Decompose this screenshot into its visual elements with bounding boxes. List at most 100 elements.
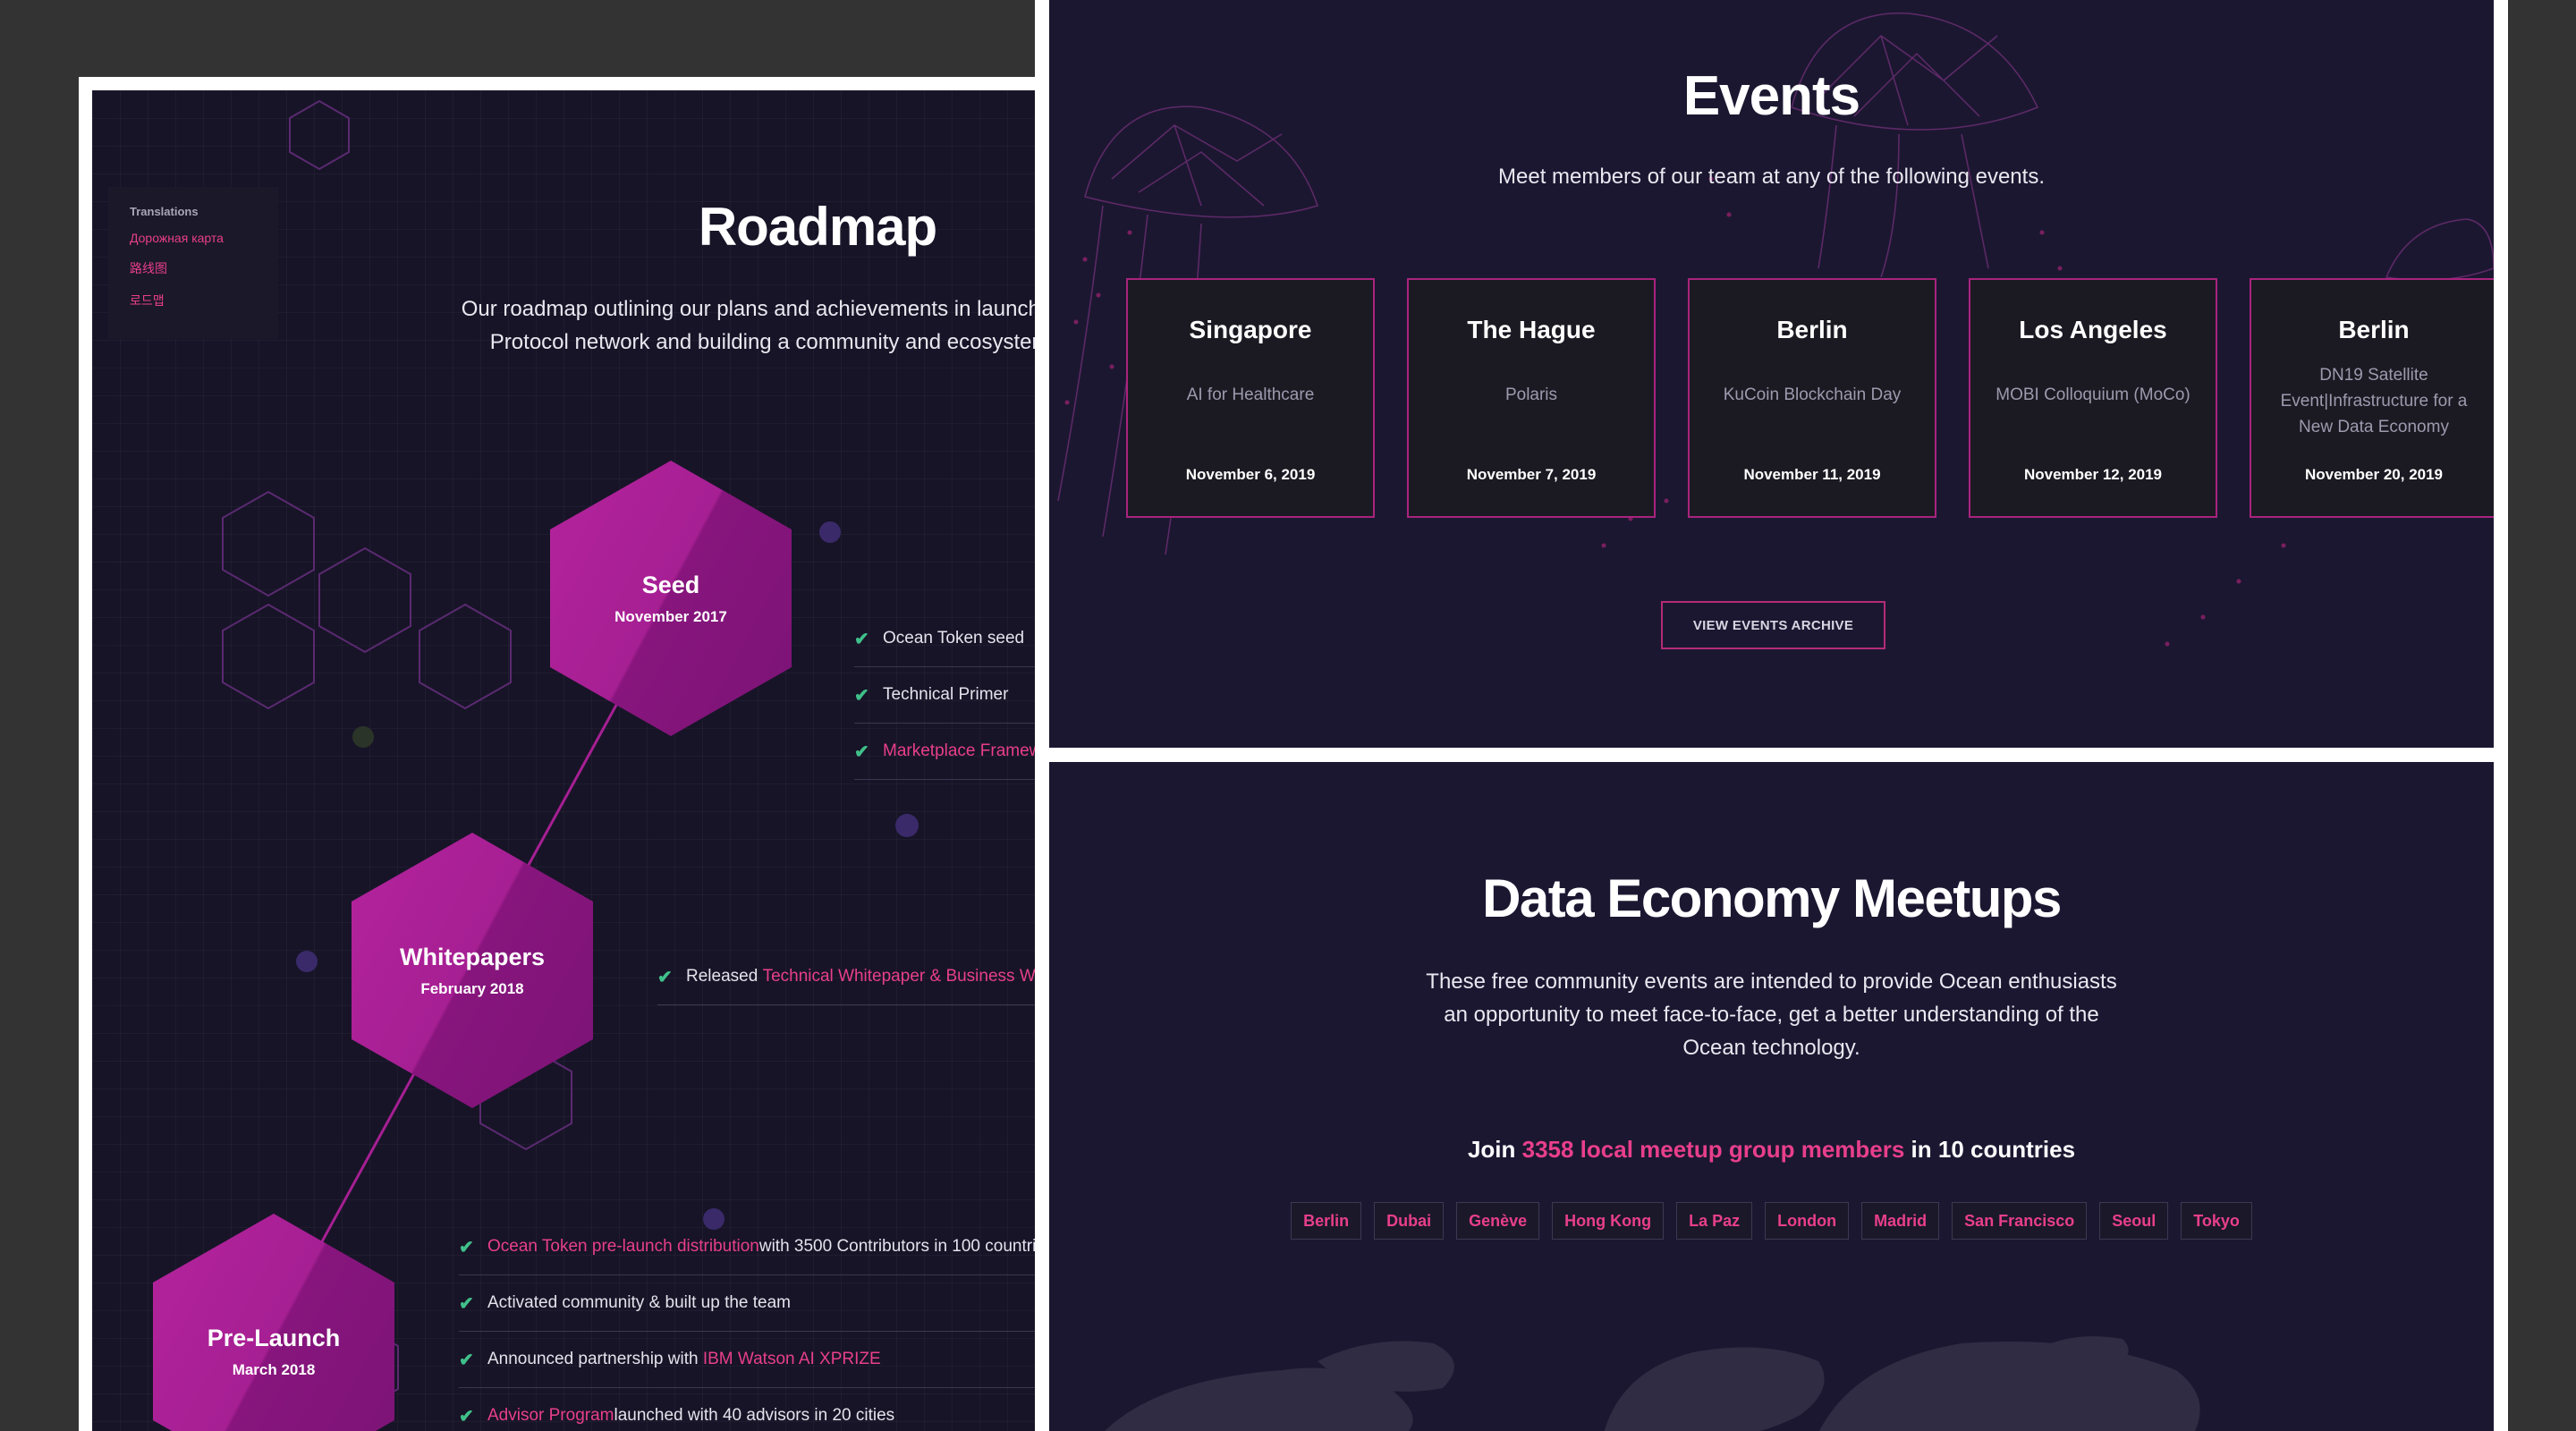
translation-link-chinese[interactable]: 路线图: [130, 259, 257, 277]
particle-dot: [2057, 266, 2063, 271]
continent-shape: [1819, 1342, 2200, 1431]
check-icon: ✔: [459, 1237, 474, 1257]
city-tag[interactable]: Tokyo: [2181, 1202, 2252, 1240]
particle-dot: [1726, 212, 1732, 217]
particle-dot: [2200, 614, 2206, 620]
particle-dot: [1064, 400, 1070, 405]
event-city: Los Angeles: [2019, 316, 2167, 343]
translation-link-korean[interactable]: 로드맵: [130, 292, 257, 309]
event-date: November 11, 2019: [1743, 466, 1881, 483]
check-icon: ✔: [854, 741, 869, 762]
check-icon: ✔: [657, 967, 673, 987]
event-city: Singapore: [1189, 316, 1312, 343]
milestone-item-text: Activated community & built up the team: [487, 1293, 791, 1312]
particle-dot: [1096, 292, 1101, 298]
advisor-program-link[interactable]: Advisor Program: [487, 1406, 614, 1426]
city-tag[interactable]: Hong Kong: [1552, 1202, 1665, 1240]
check-icon: ✔: [854, 685, 869, 706]
meetups-title: Data Economy Meetups: [1482, 868, 2062, 928]
milestone-hexagon-prelaunch: Pre-Launch March 2018: [153, 1214, 394, 1431]
join-prefix: Join: [1467, 1136, 1522, 1163]
marketplace-framework-link[interactable]: Marketplace Framework: [883, 741, 1046, 761]
meetups-section: Data Economy Meetups These free communit…: [1049, 762, 2494, 1431]
milestone-list-prelaunch: ✔ Ocean Token pre-launch distribution wit…: [459, 1219, 1046, 1431]
join-suffix: in 10 countries: [1904, 1136, 2076, 1163]
milestone-name: Whitepapers: [399, 943, 546, 970]
event-date: November 7, 2019: [1466, 466, 1597, 483]
event-city: Berlin: [1776, 316, 1848, 343]
events-section: Events Meet members of our team at any o…: [1049, 0, 2494, 748]
event-card[interactable]: Los Angeles MOBI Colloquium (MoCo) Novem…: [1969, 278, 2217, 518]
event-card[interactable]: The Hague Polaris November 7, 2019: [1407, 278, 1656, 518]
outline-hexagon: [419, 603, 512, 710]
event-card[interactable]: Berlin KuCoin Blockchain Day November 11…: [1688, 278, 1936, 518]
outline-hexagon: [289, 99, 350, 171]
check-icon: ✔: [854, 629, 869, 649]
meetup-city-tags: Berlin Dubai Genève Hong Kong La Paz Lon…: [1049, 1202, 2494, 1240]
event-city: Berlin: [2338, 316, 2410, 343]
meetups-join-line: Join 3358 local meetup group members in …: [1049, 1136, 2494, 1164]
particle-dot: [1073, 319, 1079, 325]
milestone-item: ✔ Ocean Token pre-launch distribution wit…: [459, 1219, 1046, 1275]
city-tag[interactable]: Madrid: [1861, 1202, 1940, 1240]
outline-hexagon: [318, 546, 411, 654]
milestone-item-text: Released: [686, 967, 758, 986]
milestone-name: Pre-Launch: [207, 1324, 341, 1351]
particle-dot: [1664, 498, 1669, 504]
jellyfish-bell: [2385, 218, 2494, 282]
milestone-item: ✔ Released Technical Whitepaper & Busines…: [657, 949, 1046, 1005]
milestone-item: ✔ Announced partnership with IBM Watson A…: [459, 1332, 1046, 1388]
city-tag[interactable]: London: [1765, 1202, 1850, 1240]
milestone-item-text: Announced partnership with: [487, 1350, 699, 1368]
city-tag[interactable]: Dubai: [1374, 1202, 1445, 1240]
city-tag[interactable]: San Francisco: [1952, 1202, 2088, 1240]
token-distribution-link[interactable]: Ocean Token pre-launch distribution: [487, 1237, 759, 1257]
check-icon: ✔: [459, 1350, 474, 1370]
whitepaper-link[interactable]: Technical Whitepaper & Business Whitepap…: [763, 967, 1046, 986]
event-name: DN19 Satellite Event|Infrastructure for …: [2280, 366, 2468, 436]
roadmap-section: Translations Дорожная карта 路线图 로드맵 Road…: [92, 90, 1046, 1431]
milestone-list-whitepapers: ✔ Released Technical Whitepaper & Busines…: [657, 949, 1046, 1005]
particle-dot: [2165, 641, 2170, 647]
event-card[interactable]: Singapore AI for Healthcare November 6, …: [1126, 278, 1375, 518]
city-tag[interactable]: Seoul: [2099, 1202, 2169, 1240]
event-name: KuCoin Blockchain Day: [1723, 385, 1902, 404]
outline-hexagon: [222, 490, 315, 597]
city-tag[interactable]: Genève: [1456, 1202, 1540, 1240]
roadmap-intro: Our roadmap outlining our plans and achi…: [461, 297, 1046, 354]
milestone-item: ✔ Activated community & built up the team: [459, 1275, 1046, 1332]
milestone-hexagon-seed: Seed November 2017: [550, 461, 792, 736]
particle-dot: [1109, 364, 1114, 369]
milestone-item-text: Ocean Token seed: [883, 629, 1025, 648]
check-icon: ✔: [459, 1293, 474, 1314]
event-name: MOBI Colloquium (MoCo): [1996, 385, 2190, 404]
event-name: Polaris: [1504, 385, 1558, 404]
milestone-name: Seed: [641, 571, 700, 598]
milestone-item: ✔ Ocean Token seed: [854, 611, 1046, 667]
decor-dot: [895, 814, 919, 837]
ibm-xprize-link[interactable]: IBM Watson AI XPRIZE: [703, 1350, 881, 1369]
event-date: November 6, 2019: [1185, 466, 1316, 483]
milestone-item-text: launched with 40 advisors in 20 cities: [614, 1406, 895, 1425]
milestone-date: November 2017: [614, 607, 727, 625]
event-name: AI for Healthcare: [1186, 385, 1315, 404]
particle-dot: [1127, 230, 1132, 235]
meetups-description: These free community events are intended…: [1426, 970, 2117, 1060]
city-tag[interactable]: Berlin: [1291, 1202, 1362, 1240]
particle-dot: [2281, 543, 2286, 548]
milestone-list-seed: ✔ Ocean Token seed ✔ Technical Primer ✔ Mar…: [854, 611, 1046, 780]
particle-dot: [1082, 257, 1088, 262]
meetup-members-link[interactable]: 3358 local meetup group members: [1522, 1136, 1905, 1163]
milestone-item-text: Technical Primer: [883, 685, 1009, 704]
decor-dot: [819, 521, 841, 543]
continent-shape: [1604, 1347, 1825, 1431]
jellyfish-tentacles: [1818, 124, 1989, 278]
event-card[interactable]: Berlin DN19 Satellite Event|Infrastructu…: [2250, 278, 2494, 518]
world-map-illustration: [1105, 1336, 2200, 1431]
city-tag[interactable]: La Paz: [1676, 1202, 1753, 1240]
decor-dot: [296, 951, 318, 972]
event-date: November 20, 2019: [2304, 466, 2444, 483]
events-title: Events: [1682, 65, 1860, 127]
view-events-archive-button[interactable]: VIEW EVENTS ARCHIVE: [1661, 601, 1885, 649]
event-date: November 12, 2019: [2023, 466, 2163, 483]
